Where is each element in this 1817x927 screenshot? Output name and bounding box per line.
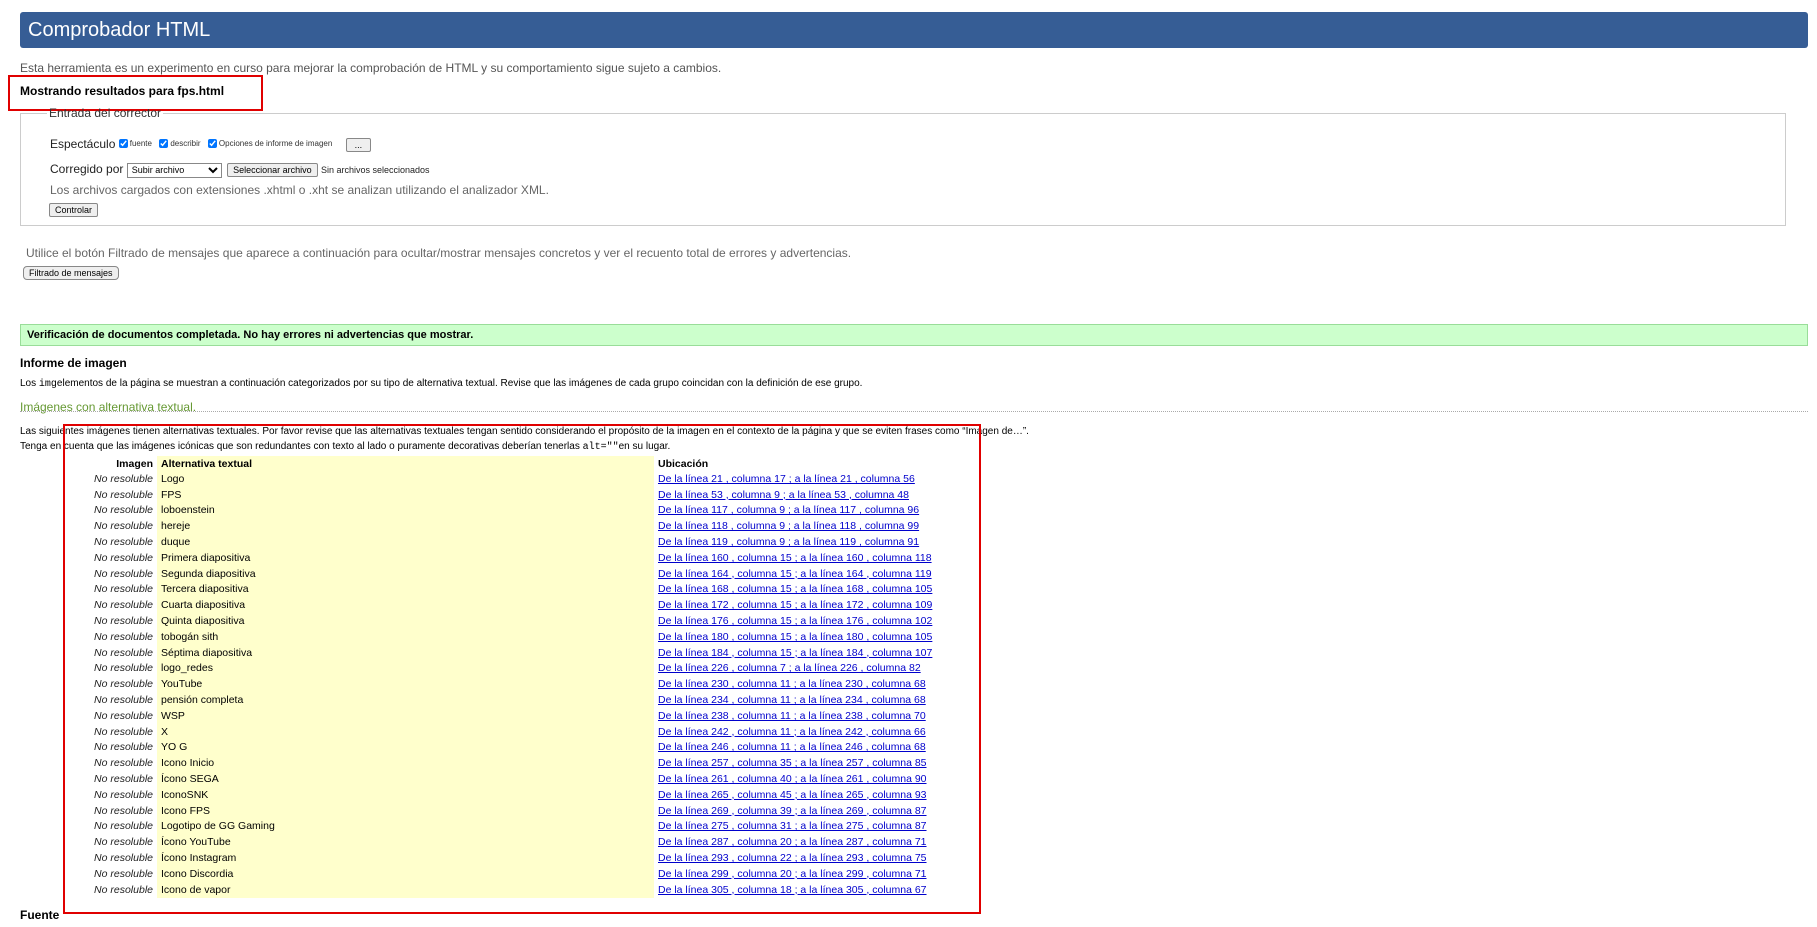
message-filtering-button[interactable]: Filtrado de mensajes	[23, 266, 119, 280]
more-options-button[interactable]: ...	[345, 138, 372, 152]
checked-by-row: Corregido por Subir archivo Seleccionar …	[50, 162, 430, 178]
header-banner: Comprobador HTML	[20, 12, 1808, 48]
image-report-title: Informe de imagen	[20, 356, 127, 370]
show-label: Espectáculo	[50, 137, 116, 151]
checker-legend: Entrada del corrector	[49, 106, 162, 120]
xml-note: Los archivos cargados con extensiones .x…	[50, 183, 549, 197]
choose-file-button[interactable]: Seleccionar archivo	[227, 163, 318, 177]
source-heading: Fuente	[20, 908, 60, 922]
checked-by-select[interactable]: Subir archivo	[126, 162, 222, 178]
checked-by-label: Corregido por	[50, 162, 124, 176]
show-options-row: Espectáculo fuente describir Opciones de…	[50, 137, 372, 152]
option-image-report-checkbox[interactable]	[207, 139, 217, 148]
filter-note: Utilice el botón Filtrado de mensajes qu…	[26, 246, 852, 260]
page-title: Comprobador HTML	[28, 19, 211, 41]
option-source-checkbox[interactable]	[118, 139, 128, 148]
heading-divider	[20, 411, 1808, 412]
option-outline[interactable]: describir	[159, 139, 201, 148]
highlight-box-images	[63, 424, 981, 914]
option-outline-checkbox[interactable]	[159, 139, 169, 148]
option-image-report[interactable]: Opciones de informe de imagen	[207, 139, 332, 148]
success-message: Verificación de documentos completada. N…	[20, 324, 1808, 346]
check-button[interactable]: Controlar	[49, 203, 99, 217]
image-report-description: Los imgelementos de la página se muestra…	[20, 378, 863, 390]
file-status-text: Sin archivos seleccionados	[320, 165, 430, 175]
intro-text: Esta herramienta es un experimento en cu…	[20, 61, 722, 75]
option-source[interactable]: fuente	[118, 139, 152, 148]
